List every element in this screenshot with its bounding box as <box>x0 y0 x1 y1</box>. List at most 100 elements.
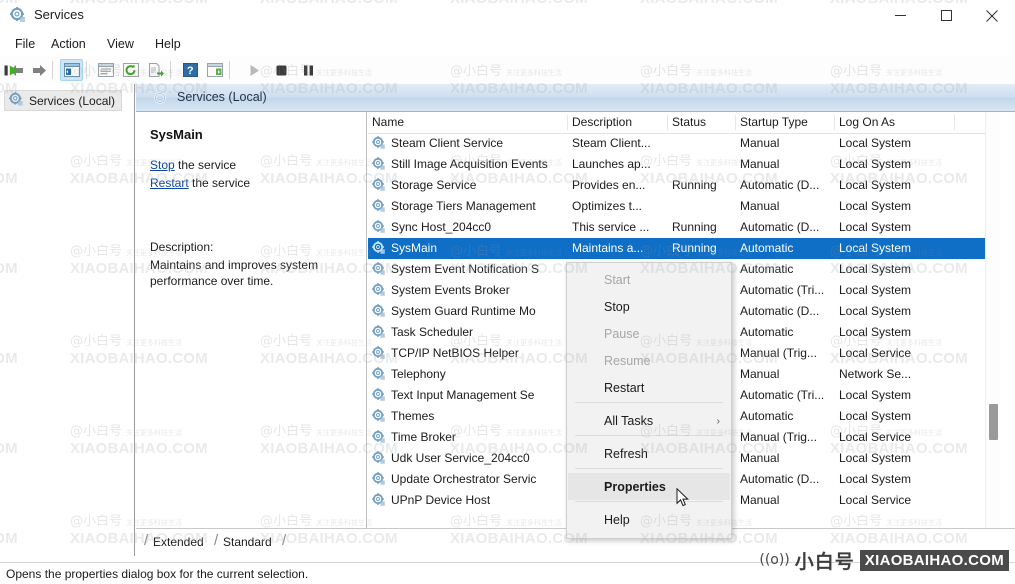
table-row[interactable]: Steam Client ServiceSteam Client...Manua… <box>368 133 1000 154</box>
service-gear-icon <box>372 136 386 153</box>
table-row[interactable]: SysMainMaintains a...RunningAutomaticLoc… <box>368 238 1000 259</box>
service-logon-cell: Local System <box>839 157 911 171</box>
tab-divider: / <box>282 532 286 549</box>
start-service-icon[interactable] <box>243 59 266 81</box>
stop-service-link[interactable]: Stop <box>150 158 175 172</box>
tree-node-label: Services (Local) <box>29 94 115 108</box>
tree-node-services-local[interactable]: Services (Local) <box>4 90 122 111</box>
restart-service-suffix: the service <box>189 176 250 190</box>
context-menu-item-label: Stop <box>604 300 630 314</box>
service-logon-cell: Local Service <box>839 346 911 360</box>
service-detail-panel: SysMain Stop the service Restart the ser… <box>136 112 367 528</box>
column-header-status[interactable]: Status <box>672 115 706 129</box>
column-header-log-on-as[interactable]: Log On As <box>839 115 895 129</box>
service-gear-icon <box>372 304 386 321</box>
service-logon-cell: Local System <box>839 262 911 276</box>
service-logon-cell: Local Service <box>839 493 911 507</box>
context-menu-separator <box>575 435 723 436</box>
tab-extended[interactable]: Extended <box>153 532 204 551</box>
stop-service-suffix: the service <box>175 158 236 172</box>
service-gear-icon <box>372 325 386 342</box>
table-row[interactable]: Still Image Acquisition Events Launches a… <box>368 154 1000 175</box>
context-menu-item-stop[interactable]: Stop <box>568 293 730 320</box>
context-menu-item-refresh[interactable]: Refresh <box>568 440 730 467</box>
service-gear-icon <box>372 451 386 468</box>
context-menu-separator <box>575 501 723 502</box>
show-action-pane-icon[interactable] <box>203 59 226 81</box>
list-vertical-scrollbar[interactable] <box>985 112 1000 528</box>
stop-service-link-row: Stop the service <box>150 158 236 172</box>
table-row[interactable]: Sync Host_204cc0This service ...RunningA… <box>368 217 1000 238</box>
minimize-icon[interactable] <box>877 0 923 31</box>
service-logon-cell: Local System <box>839 220 911 234</box>
brand-cn-text: 小白号 <box>795 547 855 574</box>
service-startup-type-cell: Automatic <box>740 241 793 255</box>
menu-help[interactable]: Help <box>148 34 188 53</box>
restart-service-icon[interactable] <box>0 59 23 81</box>
service-logon-cell: Local System <box>839 409 911 423</box>
service-logon-cell: Local System <box>839 178 911 192</box>
scrollbar-thumb[interactable] <box>989 404 998 440</box>
tab-standard[interactable]: Standard <box>223 532 272 551</box>
column-divider[interactable] <box>567 115 568 130</box>
column-header-description[interactable]: Description <box>572 115 632 129</box>
close-icon[interactable] <box>969 0 1015 31</box>
column-header-startup-type[interactable]: Startup Type <box>740 115 808 129</box>
service-name-cell: Still Image Acquisition Events <box>391 157 548 171</box>
column-divider[interactable] <box>735 115 736 130</box>
context-menu-separator <box>575 468 723 469</box>
context-menu-item-properties[interactable]: Properties <box>568 473 730 500</box>
service-startup-type-cell: Manual (Trig... <box>740 346 817 360</box>
maximize-icon[interactable] <box>923 0 969 31</box>
service-description-cell: Maintains a... <box>572 241 643 255</box>
service-name-cell: UPnP Device Host <box>391 493 490 507</box>
pause-service-icon[interactable] <box>297 59 320 81</box>
menu-view[interactable]: View <box>100 34 141 53</box>
service-startup-type-cell: Automatic <box>740 409 793 423</box>
service-gear-icon <box>372 409 386 426</box>
stop-service-icon[interactable] <box>270 59 293 81</box>
refresh-icon[interactable] <box>119 59 142 81</box>
service-description-cell: Launches ap... <box>572 157 650 171</box>
service-name-cell: Udk User Service_204cc0 <box>391 451 530 465</box>
service-gear-icon <box>372 430 386 447</box>
service-startup-type-cell: Automatic (D... <box>740 472 819 486</box>
service-logon-cell: Local Service <box>839 430 911 444</box>
properties-icon[interactable] <box>94 59 117 81</box>
context-menu-item-all-tasks[interactable]: All Tasks› <box>568 407 730 434</box>
menu-action[interactable]: Action <box>44 34 93 53</box>
service-name-cell: Task Scheduler <box>391 325 473 339</box>
service-logon-cell: Local System <box>839 451 911 465</box>
forward-icon[interactable] <box>28 59 51 81</box>
context-menu-item-resume: Resume <box>568 347 730 374</box>
title-bar: Services <box>0 0 1015 31</box>
column-header-name[interactable]: Name <box>372 115 404 129</box>
column-divider[interactable] <box>954 115 955 130</box>
context-menu-item-label: Refresh <box>604 447 648 461</box>
table-row[interactable]: Storage Tiers ManagementOptimizes t...Ma… <box>368 196 1000 217</box>
context-menu-item-label: All Tasks <box>604 414 653 428</box>
column-divider[interactable] <box>834 115 835 130</box>
menu-file[interactable]: File <box>8 34 42 53</box>
brand-logo: ((o)) 小白号 XIAOBAIHAO.COM <box>759 547 1009 573</box>
help-icon[interactable]: ? <box>179 59 202 81</box>
context-menu-item-label: Resume <box>604 354 651 368</box>
svg-text:?: ? <box>187 65 194 77</box>
column-divider[interactable] <box>667 115 668 130</box>
service-gear-icon <box>372 388 386 405</box>
context-menu-item-start: Start <box>568 266 730 293</box>
context-menu-item-help[interactable]: Help <box>568 506 730 533</box>
restart-service-link-row: Restart the service <box>150 176 250 190</box>
console-tree-pane: Services (Local) <box>0 84 135 556</box>
restart-service-link[interactable]: Restart <box>150 176 189 190</box>
service-name-cell: Steam Client Service <box>391 136 503 150</box>
show-hide-tree-icon[interactable] <box>60 59 83 81</box>
service-name-cell: SysMain <box>391 241 437 255</box>
table-row[interactable]: Storage ServiceProvides en...RunningAuto… <box>368 175 1000 196</box>
context-menu: StartStopPauseResumeRestartAll Tasks›Ref… <box>566 262 732 539</box>
service-gear-icon <box>372 241 386 258</box>
brand-wave-icon: ((o)) <box>759 552 789 568</box>
context-menu-item-restart[interactable]: Restart <box>568 374 730 401</box>
service-gear-icon <box>372 346 386 363</box>
export-list-icon[interactable] <box>144 59 167 81</box>
